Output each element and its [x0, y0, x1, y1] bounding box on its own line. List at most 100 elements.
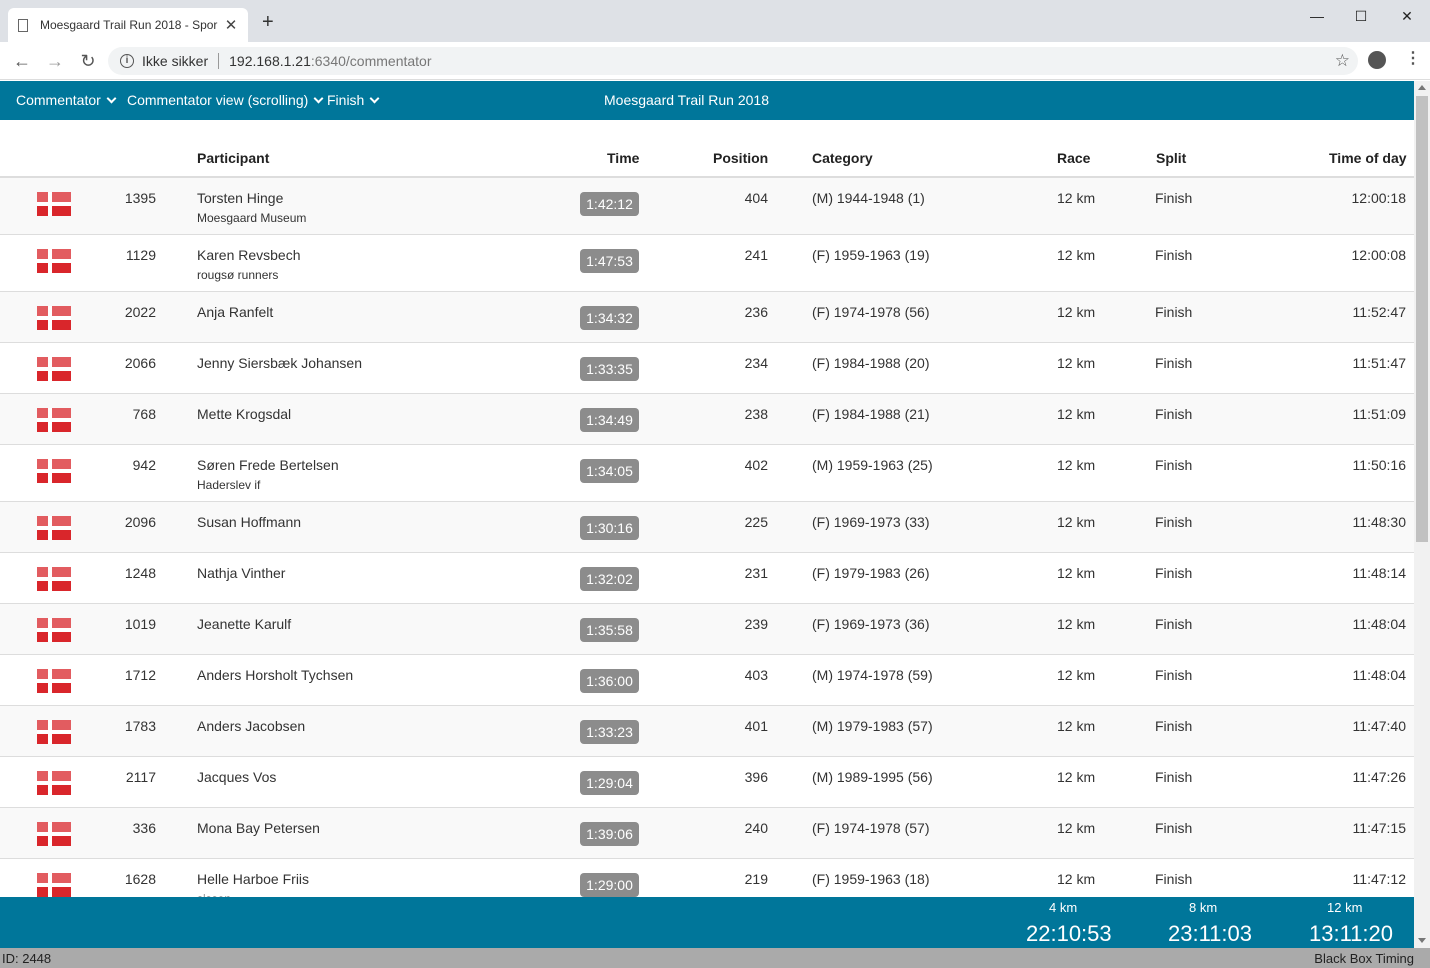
- position-value: 401: [744, 718, 768, 734]
- split-value: Finish: [1155, 820, 1193, 836]
- time-of-day-value: 11:51:47: [1352, 355, 1406, 371]
- table-row[interactable]: 1712 Anders Horsholt Tychsen 1:36:00 403 (M)…: [0, 655, 1414, 706]
- category-value: (M) 1959-1963 (25): [812, 457, 933, 473]
- url-path: :6340/commentator: [310, 53, 432, 69]
- split-clock-8km: 23:11:03: [1168, 921, 1253, 946]
- denmark-flag-icon: [37, 459, 71, 483]
- time-badge: 1:34:32: [580, 306, 639, 330]
- tab-close-icon[interactable]: ✕: [224, 16, 238, 34]
- denmark-flag-icon: [37, 516, 71, 540]
- participant-club: rougsø runners: [197, 268, 279, 282]
- table-row[interactable]: 2022 Anja Ranfelt 1:34:32 236 (F) 1974-1978 …: [0, 292, 1414, 343]
- view-menu[interactable]: Commentator view (scrolling): [127, 92, 324, 108]
- denmark-flag-icon: [37, 357, 71, 381]
- table-row[interactable]: 2117 Jacques Vos 1:29:04 396 (M) 1989-1995 (…: [0, 757, 1414, 808]
- header-category[interactable]: Category: [812, 150, 873, 166]
- denmark-flag-icon: [37, 669, 71, 693]
- race-value: 12 km: [1057, 565, 1096, 581]
- header-participant[interactable]: Participant: [197, 150, 269, 166]
- table-row[interactable]: 336 Mona Bay Petersen 1:39:06 240 (F) 1974-1…: [0, 808, 1414, 859]
- time-of-day-value: 11:50:16: [1352, 457, 1406, 473]
- table-row[interactable]: 1129 Karen Revsbech rougsø runners 1:47:53 2…: [0, 235, 1414, 292]
- position-value: 404: [744, 190, 768, 206]
- back-arrow-icon[interactable]: ←: [10, 51, 34, 71]
- time-of-day-value: 11:51:09: [1352, 406, 1406, 422]
- category-value: (F) 1984-1988 (20): [812, 355, 930, 371]
- table-row[interactable]: 942 Søren Frede Bertelsen Haderslev if 1:34…: [0, 445, 1414, 502]
- table-header: Participant Time Position Category Race …: [0, 140, 1414, 178]
- participant-name: Susan Hoffmann: [197, 514, 302, 530]
- position-value: 234: [744, 355, 768, 371]
- header-time-of-day[interactable]: Time of day: [1329, 150, 1407, 166]
- participant-name: Anja Ranfelt: [197, 304, 274, 320]
- view-menu-label: Commentator view (scrolling): [127, 92, 309, 108]
- browser-menu-icon[interactable]: ⋮: [1405, 50, 1421, 68]
- split-value: Finish: [1155, 769, 1193, 785]
- table-row[interactable]: 1783 Anders Jacobsen 1:33:23 401 (M) 1979-19…: [0, 706, 1414, 757]
- denmark-flag-icon: [37, 771, 71, 795]
- time-badge: 1:35:58: [580, 618, 639, 642]
- browser-tab[interactable]: Moesgaard Trail Run 2018 - Spor ✕: [8, 8, 248, 42]
- header-race[interactable]: Race: [1057, 150, 1090, 166]
- category-value: (F) 1969-1973 (33): [812, 514, 930, 530]
- address-separator: [218, 53, 220, 69]
- header-position[interactable]: Position: [713, 150, 768, 166]
- race-value: 12 km: [1057, 667, 1096, 683]
- category-value: (M) 1989-1995 (56): [812, 769, 933, 785]
- participant-name: Anders Jacobsen: [197, 718, 306, 734]
- split-value: Finish: [1155, 355, 1193, 371]
- bib-number: 1712: [124, 667, 156, 683]
- table-row[interactable]: 2066 Jenny Siersbæk Johansen 1:33:35 234 (F)…: [0, 343, 1414, 394]
- bib-number: 1395: [124, 190, 156, 206]
- race-value: 12 km: [1057, 514, 1096, 530]
- window-close-button[interactable]: ✕: [1384, 4, 1430, 28]
- split-value: Finish: [1155, 514, 1193, 530]
- time-of-day-value: 11:47:26: [1352, 769, 1406, 785]
- position-value: 219: [744, 871, 768, 887]
- bib-number: 768: [132, 406, 156, 422]
- denmark-flag-icon: [37, 408, 71, 432]
- table-row[interactable]: 2096 Susan Hoffmann 1:30:16 225 (F) 1969-197…: [0, 502, 1414, 553]
- table-row[interactable]: 1019 Jeanette Karulf 1:35:58 239 (F) 1969-19…: [0, 604, 1414, 655]
- info-icon[interactable]: i: [120, 54, 134, 68]
- profile-avatar-icon[interactable]: [1368, 51, 1386, 69]
- reload-icon[interactable]: ↻: [76, 51, 100, 71]
- table-row[interactable]: 1628Helle Harboe Friississon1:29:00219(F…: [0, 859, 1414, 897]
- scroll-down-icon[interactable]: [1418, 938, 1426, 943]
- table-row[interactable]: 1395 Torsten Hinge Moesgaard Museum 1:42:12…: [0, 178, 1414, 235]
- time-of-day-value: 11:47:40: [1352, 718, 1406, 734]
- bib-number: 1019: [124, 616, 156, 632]
- status-bar: ID: 2448 Black Box Timing: [0, 948, 1430, 968]
- time-badge: 1:47:53: [580, 249, 639, 273]
- commentator-menu[interactable]: Commentator: [16, 92, 117, 108]
- maximize-button[interactable]: ☐: [1338, 4, 1384, 28]
- minimize-button[interactable]: —: [1294, 4, 1340, 28]
- bookmark-star-icon[interactable]: ☆: [1335, 51, 1350, 71]
- page-scrollbar[interactable]: [1414, 81, 1430, 948]
- url-host: 192.168.1.21: [229, 53, 311, 69]
- participant-name: Jeanette Karulf: [197, 616, 292, 632]
- header-split[interactable]: Split: [1156, 150, 1186, 166]
- category-value: (M) 1979-1983 (57): [812, 718, 933, 734]
- category-value: (M) 1974-1978 (59): [812, 667, 933, 683]
- scroll-up-icon[interactable]: [1418, 85, 1426, 90]
- position-value: 241: [744, 247, 768, 263]
- commentator-menu-label: Commentator: [16, 92, 101, 108]
- split-label-12km: 12 km: [1327, 900, 1363, 915]
- new-tab-button[interactable]: +: [262, 12, 274, 32]
- table-row[interactable]: 768 Mette Krogsdal 1:34:49 238 (F) 1984-1988…: [0, 394, 1414, 445]
- split-value: Finish: [1155, 718, 1193, 734]
- participant-name: Helle Harboe Friis: [197, 871, 310, 887]
- table-row[interactable]: 1248 Nathja Vinther 1:32:02 231 (F) 1979-198…: [0, 553, 1414, 604]
- split-label-4km: 4 km: [1049, 900, 1078, 915]
- header-time[interactable]: Time: [607, 150, 639, 166]
- chevron-down-icon: [106, 93, 117, 103]
- address-bar[interactable]: i Ikke sikker 192.168.1.21:6340/commenta…: [108, 47, 1358, 75]
- split-menu[interactable]: Finish: [327, 92, 380, 108]
- category-value: (F) 1959-1963 (19): [812, 247, 930, 263]
- time-badge: 1:32:02: [580, 567, 639, 591]
- scrollbar-thumb[interactable]: [1416, 96, 1428, 542]
- bib-number: 1628: [124, 871, 156, 887]
- forward-arrow-icon[interactable]: →: [43, 51, 67, 71]
- denmark-flag-icon: [37, 618, 71, 642]
